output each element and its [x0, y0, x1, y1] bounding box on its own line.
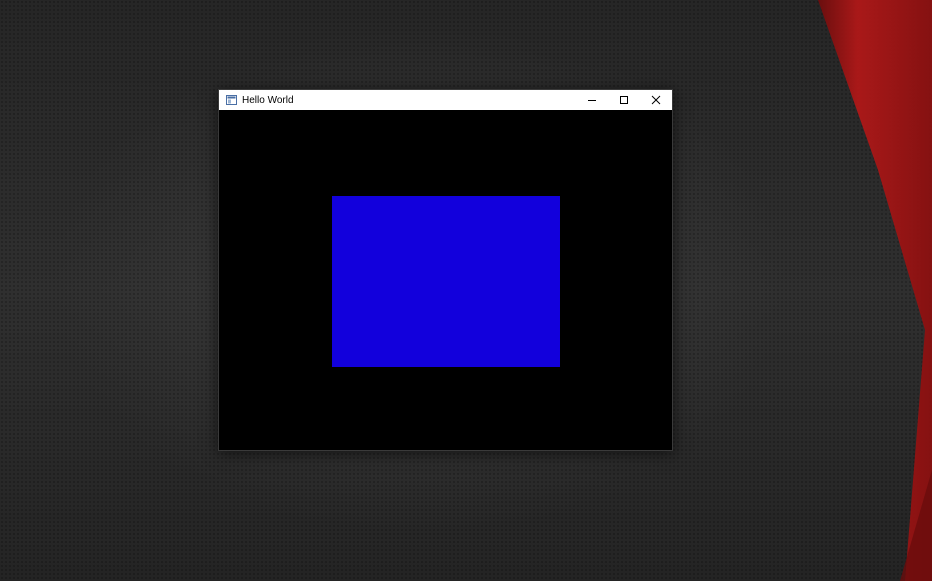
close-icon — [651, 95, 661, 105]
close-button[interactable] — [640, 90, 672, 110]
minimize-button[interactable] — [576, 90, 608, 110]
app-window[interactable]: Hello World — [218, 89, 673, 451]
window-controls — [576, 90, 672, 110]
app-window-icon[interactable] — [224, 90, 238, 110]
maximize-button[interactable] — [608, 90, 640, 110]
minimize-icon — [588, 100, 596, 101]
title-bar[interactable]: Hello World — [219, 90, 672, 110]
maximize-icon — [620, 96, 628, 104]
client-area[interactable] — [219, 110, 672, 450]
window-title: Hello World — [242, 94, 294, 106]
blue-rectangle — [332, 196, 560, 367]
